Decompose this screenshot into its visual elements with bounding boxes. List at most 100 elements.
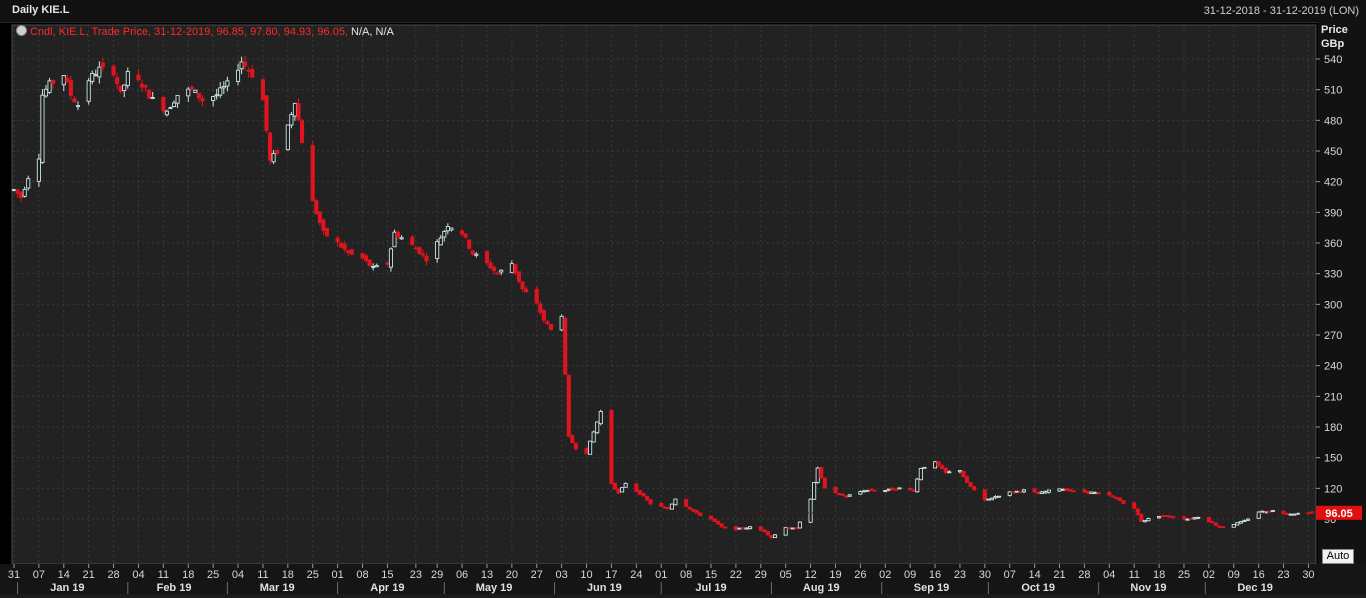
auto-scale-button[interactable]: Auto: [1322, 549, 1354, 564]
candle-body: [1157, 516, 1162, 519]
x-tick-label: 23: [410, 569, 422, 581]
candle-body: [897, 487, 902, 490]
candle-body: [1292, 513, 1297, 516]
candle-body: [1121, 500, 1126, 504]
x-tick-label: 28: [1078, 569, 1090, 581]
candle-body: [1196, 517, 1201, 519]
candle-body: [744, 527, 749, 530]
candle-body: [982, 489, 987, 501]
month-label: Dec 19: [1237, 582, 1272, 594]
price-chart[interactable]: 9012015018021024027030033036039042045048…: [0, 22, 1366, 594]
candle-body: [72, 98, 77, 103]
candle-body: [783, 527, 788, 536]
candle-body: [339, 242, 344, 248]
candle-body: [893, 488, 898, 491]
candle-body: [1210, 521, 1215, 524]
candle-body: [733, 526, 738, 531]
x-tick-label: 10: [580, 569, 592, 581]
x-tick-label: 03: [556, 569, 568, 581]
candle-body: [385, 262, 390, 265]
candle-body: [833, 486, 838, 494]
candle-body: [196, 92, 201, 99]
y-tick-label: 540: [1324, 54, 1342, 66]
candle-body: [15, 189, 20, 194]
candle-body: [239, 61, 244, 70]
candle-body: [648, 499, 653, 505]
candle-body: [1181, 516, 1187, 520]
candle-body: [712, 518, 717, 522]
candle-body: [1011, 491, 1016, 494]
candle-body: [940, 465, 945, 470]
candle-body: [957, 470, 962, 473]
x-tick-label: 29: [755, 569, 767, 581]
legend-series-text: Cndl, KIE.L, Trade Price, 31-12-2019, 96…: [30, 26, 348, 38]
candle-body: [22, 188, 27, 197]
y-tick-label: 390: [1324, 207, 1342, 219]
candle-body: [1242, 520, 1247, 523]
candle-body: [666, 506, 671, 510]
candle-body: [1142, 519, 1147, 523]
month-label: Aug 19: [803, 582, 840, 594]
x-tick-label: 14: [1028, 569, 1040, 581]
candle-body: [93, 74, 98, 77]
candle-body: [221, 85, 226, 89]
candle-body: [474, 253, 479, 256]
x-tick-label: 13: [481, 569, 493, 581]
x-tick-label: 11: [158, 569, 169, 581]
candle-body: [840, 493, 845, 496]
candle-body: [918, 467, 923, 481]
candle-body: [1014, 490, 1019, 493]
candle-body: [968, 482, 973, 488]
candle-body: [1132, 502, 1137, 509]
legend: Cndl, KIE.L, Trade Price, 31-12-2019, 96…: [16, 25, 394, 38]
candle-body: [612, 482, 618, 490]
candle-body: [641, 493, 646, 497]
candle-body: [936, 461, 941, 467]
candle-body: [388, 248, 394, 268]
candle-body: [321, 219, 326, 231]
candle-body: [1185, 518, 1190, 521]
candle-body: [588, 440, 593, 455]
candle-body: [737, 527, 742, 530]
candle-body: [1117, 497, 1123, 502]
candle-body: [171, 102, 177, 107]
candle-body: [723, 526, 728, 529]
x-tick-label: 09: [904, 569, 916, 581]
candle-body: [595, 421, 600, 434]
candle-body: [175, 94, 180, 104]
candle-body: [488, 262, 493, 269]
candle-body: [1046, 489, 1051, 493]
y-tick-label: 270: [1324, 330, 1342, 342]
candle-body: [264, 95, 269, 131]
candle-body: [1238, 521, 1243, 524]
y-axis-unit-currency: GBp: [1321, 38, 1345, 50]
candle-body: [1107, 491, 1112, 496]
candle-body: [371, 266, 376, 268]
candle-body: [420, 253, 426, 256]
date-range-label[interactable]: 31-12-2018 - 31-12-2019 (LON): [1204, 5, 1359, 17]
candle-body: [758, 526, 763, 531]
candle-body: [1256, 511, 1261, 519]
candle-body: [598, 411, 603, 425]
candle-body: [299, 120, 305, 144]
candle-body: [424, 255, 429, 262]
candle-body: [51, 79, 56, 84]
candle-body: [1160, 515, 1165, 518]
candle-body: [993, 496, 998, 499]
candle-body: [143, 85, 148, 88]
candle-body: [292, 102, 297, 117]
horizontal-scrollbar[interactable]: [0, 594, 1366, 598]
candle-body: [961, 470, 966, 478]
candle-body: [1260, 510, 1265, 513]
candle-body: [1295, 512, 1300, 515]
candle-body: [765, 530, 770, 536]
candle-body: [150, 97, 155, 99]
x-tick-label: 23: [1277, 569, 1289, 581]
legend-toggle-icon[interactable]: [16, 25, 27, 36]
candle-body: [314, 200, 319, 215]
candle-body: [374, 265, 379, 268]
candle-body: [399, 237, 404, 240]
candle-body: [836, 493, 842, 496]
candle-body: [740, 527, 746, 530]
candle-body: [1146, 518, 1151, 522]
